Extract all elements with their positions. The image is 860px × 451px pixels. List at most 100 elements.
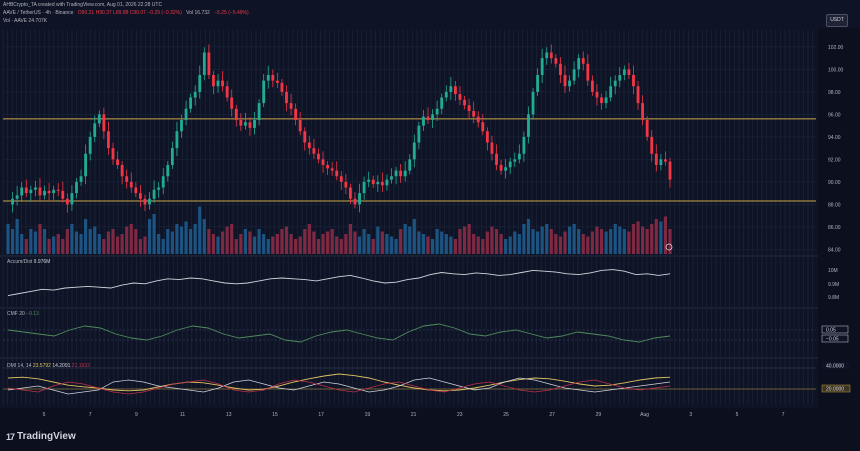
volume-bar-79 xyxy=(367,234,371,254)
volume-bar-40 xyxy=(189,229,193,254)
tradingview-logo[interactable]: 17 TradingView xyxy=(6,431,76,442)
candle-56 xyxy=(262,80,266,104)
time-tick-11: 27 xyxy=(549,412,555,418)
volume-bar-88 xyxy=(408,226,412,254)
candle-94 xyxy=(435,108,439,115)
candle-97 xyxy=(449,86,453,92)
candle-110 xyxy=(508,161,512,168)
volume-bar-123 xyxy=(567,226,572,254)
volume-bar-104 xyxy=(481,239,485,254)
candle-16 xyxy=(79,176,83,182)
volume-bar-135 xyxy=(622,229,626,254)
candle-95 xyxy=(440,97,444,109)
volume-bar-80 xyxy=(371,239,375,254)
chart-canvas[interactable]: 102.00 100.00 98.00 96.00 94.00 92.00 90.00 88.… xyxy=(0,0,860,451)
volume-bar-2 xyxy=(15,219,19,254)
volume-bar-44 xyxy=(207,229,211,254)
vol-main: Vol 16.732 xyxy=(186,10,210,16)
volume-bar-133 xyxy=(613,224,617,254)
volume-bar-91 xyxy=(421,234,426,254)
candle-62 xyxy=(289,103,293,109)
accum-label: Accum/Dist xyxy=(7,259,33,265)
candle-66 xyxy=(307,142,311,149)
candle-140 xyxy=(645,120,649,137)
volume-bar-142 xyxy=(654,219,658,254)
candle-44 xyxy=(207,52,211,75)
volume-bar-32 xyxy=(152,214,156,254)
volume-bar-116 xyxy=(536,231,540,254)
candle-133 xyxy=(613,80,617,87)
author-line: AHBCrypto_TA created with TradingView.co… xyxy=(3,2,163,8)
accum-value: 9.976M xyxy=(33,259,51,265)
price-tick-3: 96.00 xyxy=(828,112,841,118)
candle-13 xyxy=(65,198,69,205)
currency-button[interactable]: USDT xyxy=(826,14,848,27)
candle-55 xyxy=(257,103,261,120)
volume-bar-102 xyxy=(472,234,476,254)
candle-131 xyxy=(604,97,608,104)
volume-bar-134 xyxy=(618,226,622,254)
candle-96 xyxy=(444,91,448,98)
candle-99 xyxy=(458,94,462,100)
candle-35 xyxy=(166,165,170,177)
cmf-tag-1: −0.05 xyxy=(826,337,839,343)
volume-bar-15 xyxy=(74,231,79,254)
candle-138 xyxy=(636,86,640,104)
volume-bar-77 xyxy=(357,236,362,254)
candle-7 xyxy=(38,187,42,196)
candle-103 xyxy=(476,116,480,123)
symbol-line[interactable]: AAVE / TetherUS · 4h · Binance xyxy=(3,10,73,16)
volume-bar-121 xyxy=(558,236,563,254)
candle-119 xyxy=(549,52,553,59)
candle-70 xyxy=(326,165,330,169)
plus-di-value: 14.2091 xyxy=(52,363,71,369)
candle-93 xyxy=(431,114,435,120)
candle-139 xyxy=(641,103,645,120)
price-tick-4: 94.00 xyxy=(828,135,841,141)
ad-tick-1: 9.9M xyxy=(828,282,839,288)
candle-12 xyxy=(61,190,65,199)
volume-bar-55 xyxy=(257,229,261,254)
candle-72 xyxy=(335,170,339,177)
volume-bar-107 xyxy=(494,229,499,254)
volume-bar-72 xyxy=(335,236,339,254)
time-tick-7: 19 xyxy=(365,412,371,418)
volume-bar-126 xyxy=(581,234,585,254)
time-tick-5: 15 xyxy=(272,412,278,418)
volume-bar-87 xyxy=(403,224,407,254)
candle-73 xyxy=(339,176,343,182)
candle-136 xyxy=(627,69,631,75)
volume-bar-84 xyxy=(389,236,394,254)
candle-118 xyxy=(545,52,549,59)
ad-tick-2: 9.8M xyxy=(828,295,839,301)
time-tick-10: 25 xyxy=(503,412,509,418)
candle-43 xyxy=(202,52,206,75)
candle-143 xyxy=(659,159,663,165)
volume-bar-93 xyxy=(430,239,435,254)
candle-33 xyxy=(157,187,161,190)
candle-145 xyxy=(668,161,672,180)
candle-108 xyxy=(499,165,503,171)
volume-bar-124 xyxy=(572,224,576,254)
price-tick-0: 102.00 xyxy=(828,45,844,51)
volume-bar-73 xyxy=(339,239,343,254)
candle-100 xyxy=(463,99,466,106)
vol-aave-legend: Vol · AAVE 24.707K xyxy=(3,18,48,24)
candle-132 xyxy=(609,86,613,98)
volume-bar-54 xyxy=(252,236,257,254)
volume-bar-36 xyxy=(170,231,174,254)
candle-98 xyxy=(454,86,457,95)
volume-bar-110 xyxy=(508,236,512,254)
candle-116 xyxy=(536,75,540,92)
dmi-legend: DMI 14, 14 23.5792 14.2091 21.1932 xyxy=(7,363,90,369)
candle-75 xyxy=(348,187,352,199)
volume-bar-41 xyxy=(193,224,197,254)
price-tick-5: 92.00 xyxy=(828,157,841,163)
candle-86 xyxy=(399,170,403,177)
volume-bar-25 xyxy=(120,234,124,254)
vol-change: −5.25 (−5.49%) xyxy=(214,10,249,16)
volume-bar-37 xyxy=(175,224,179,254)
volume-bar-70 xyxy=(325,231,330,254)
candle-122 xyxy=(563,75,567,87)
candle-61 xyxy=(285,91,288,104)
